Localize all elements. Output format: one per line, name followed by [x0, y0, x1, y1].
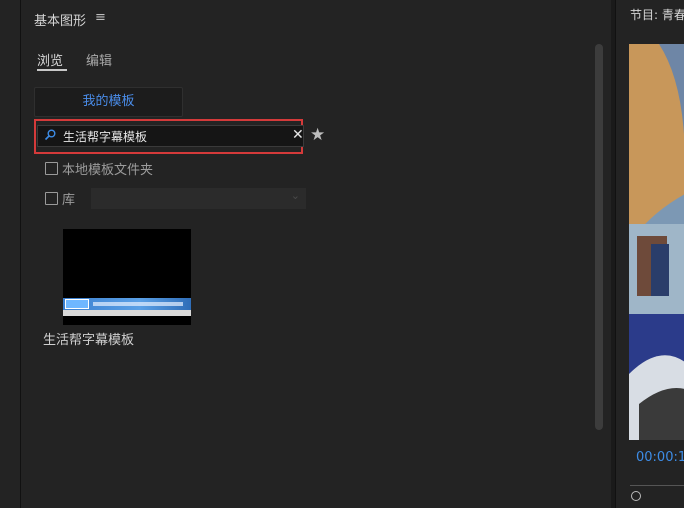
clear-icon[interactable]: ✕ [292, 127, 304, 143]
lower-third-logo [65, 299, 89, 309]
panel-title: 基本图形 [34, 14, 87, 29]
playhead[interactable] [631, 491, 641, 501]
template-label: 生活帮字幕模板 [43, 333, 135, 348]
chevron-down-icon: ⌄ [290, 189, 300, 202]
search-icon [44, 129, 56, 141]
library-checkbox[interactable] [45, 192, 58, 205]
scrollbar[interactable] [595, 44, 603, 430]
my-templates-button[interactable]: 我的模板 [34, 87, 183, 117]
program-monitor: 节目: 青春 00:00:1 [615, 0, 684, 508]
studio-frame-image [629, 44, 684, 440]
library-dropdown[interactable]: ⌄ [91, 188, 306, 209]
video-preview [629, 44, 684, 440]
star-icon[interactable]: ★ [310, 125, 325, 145]
search-value: 生活帮字幕模板 [63, 130, 148, 144]
left-edge-panel [0, 0, 21, 508]
tab-browse[interactable]: 浏览 [37, 50, 63, 69]
lower-third-text [93, 302, 183, 306]
menu-icon[interactable]: ≡ [95, 10, 106, 25]
search-input[interactable]: 生活帮字幕模板 ✕ [37, 125, 304, 147]
template-thumbnail[interactable] [63, 229, 191, 325]
tab-edit[interactable]: 编辑 [86, 50, 112, 69]
local-templates-checkbox[interactable] [45, 162, 58, 175]
timecode: 00:00:1 [636, 450, 684, 465]
active-tab-underline [37, 69, 67, 71]
local-templates-label: 本地模板文件夹 [62, 163, 154, 178]
lower-third-underbar [63, 310, 191, 316]
essential-graphics-panel: 基本图形 ≡ 浏览 编辑 我的模板 生活帮字幕模板 ✕ ★ 本地模板文件夹 库 … [21, 0, 611, 508]
library-label: 库 [62, 193, 76, 208]
program-title: 节目: 青春 [630, 8, 684, 22]
